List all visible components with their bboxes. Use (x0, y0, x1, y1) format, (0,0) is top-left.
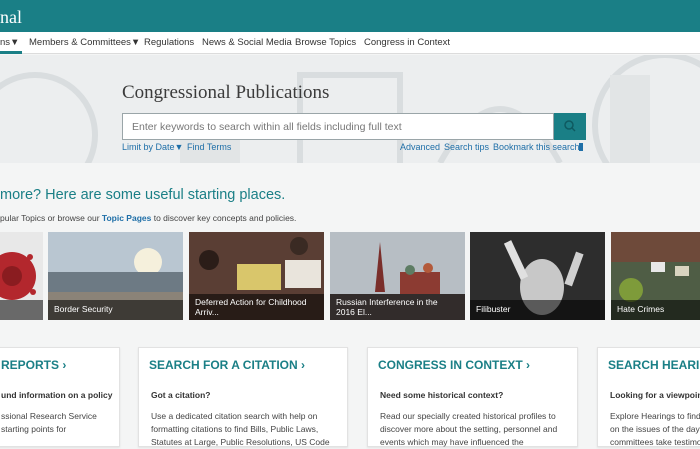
starting-places-intro: pular Topics or browse our Topic Pages t… (0, 213, 296, 223)
card-subtitle: Looking for a viewpoint (610, 390, 700, 400)
nav-item-congress-in-context[interactable]: Congress in Context (364, 37, 450, 48)
tile-label: Russian Interference in the 2016 El... (336, 297, 438, 317)
card-subtitle: und information on a policy (1, 390, 113, 400)
tile-caption: Hate Crimes (611, 300, 700, 320)
find-terms-link[interactable]: Find Terms (187, 142, 231, 152)
tile-label: Hate Crimes (617, 304, 665, 314)
search-button[interactable] (554, 113, 586, 140)
starting-places-heading: more? Here are some useful starting plac… (0, 187, 286, 203)
search-input[interactable]: Enter keywords to search within all fiel… (122, 113, 554, 140)
card-title[interactable]: CONGRESS IN CONTEXT › (378, 358, 530, 372)
card-title[interactable]: SEARCH HEARIN (608, 358, 700, 372)
search-icon (564, 120, 576, 132)
nav-item-news-social-media[interactable]: News & Social Media (202, 37, 292, 48)
search-placeholder: Enter keywords to search within all fiel… (132, 121, 402, 133)
nav-item-regulations[interactable]: Regulations (144, 37, 194, 48)
limit-by-date-link[interactable]: Limit by Date▼ (122, 142, 183, 152)
card-body: Use a dedicated citation search with hel… (151, 411, 330, 447)
topic-tile-virus[interactable] (0, 232, 43, 320)
tile-caption: Border Security (48, 300, 183, 320)
nav-item-publications[interactable]: ns▼ (0, 37, 19, 48)
topic-tile-hate-crimes[interactable]: Hate Crimes (611, 232, 700, 320)
card-title[interactable]: SEARCH FOR A CITATION › (149, 358, 305, 372)
tile-caption (0, 300, 43, 320)
tile-label: Filibuster (476, 304, 511, 314)
nav-item-members-committees[interactable]: Members & Committees▼ (29, 37, 140, 48)
bookmark-icon (579, 143, 583, 151)
search-hero (0, 55, 700, 163)
card-subtitle: Got a citation? (151, 390, 211, 400)
nav-item-browse-topics[interactable]: Browse Topics (295, 37, 356, 48)
card-search-hearings[interactable]: SEARCH HEARIN Looking for a viewpoint Ex… (597, 347, 700, 447)
card-body: ssional Research Service starting points… (1, 411, 97, 434)
tile-caption: Filibuster (470, 300, 605, 320)
intro-text-end: to discover key concepts and policies. (151, 213, 297, 223)
brand-title[interactable]: nal (0, 7, 22, 28)
page-title: Congressional Publications (122, 82, 330, 103)
topic-tile-border-security[interactable]: Border Security (48, 232, 183, 320)
topic-tile-daca[interactable]: Deferred Action for Childhood Arriv... (189, 232, 324, 320)
topic-pages-link[interactable]: Topic Pages (102, 213, 151, 223)
bookmark-search-link[interactable]: Bookmark this search (493, 142, 580, 152)
card-search-citation[interactable]: SEARCH FOR A CITATION › Got a citation? … (138, 347, 348, 447)
main-nav: ns▼ Members & Committees▼ Regulations Ne… (0, 32, 700, 54)
card-title[interactable]: REPORTS › (1, 358, 66, 372)
tile-caption: Russian Interference in the 2016 El... (330, 294, 465, 320)
card-congress-in-context[interactable]: CONGRESS IN CONTEXT › Need some historic… (367, 347, 578, 447)
card-body: Explore Hearings to find on the issues o… (610, 411, 700, 447)
card-crs-reports[interactable]: REPORTS › und information on a policy ss… (0, 347, 120, 447)
tile-caption: Deferred Action for Childhood Arriv... (189, 294, 324, 320)
top-header-bar: nal (0, 0, 700, 32)
tile-label: Deferred Action for Childhood Arriv... (195, 297, 307, 317)
card-body: Read our specially created historical pr… (380, 411, 558, 447)
card-subtitle: Need some historical context? (380, 390, 504, 400)
topic-tile-filibuster[interactable]: Filibuster (470, 232, 605, 320)
advanced-search-link[interactable]: Advanced (400, 142, 440, 152)
search-tips-link[interactable]: Search tips (444, 142, 489, 152)
capitol-background-graphic (0, 55, 700, 163)
tile-label: Border Security (54, 304, 113, 314)
intro-text-start: pular Topics or browse our (0, 213, 102, 223)
active-tab-indicator (0, 51, 22, 54)
topic-tile-russian-interference[interactable]: Russian Interference in the 2016 El... (330, 232, 465, 320)
